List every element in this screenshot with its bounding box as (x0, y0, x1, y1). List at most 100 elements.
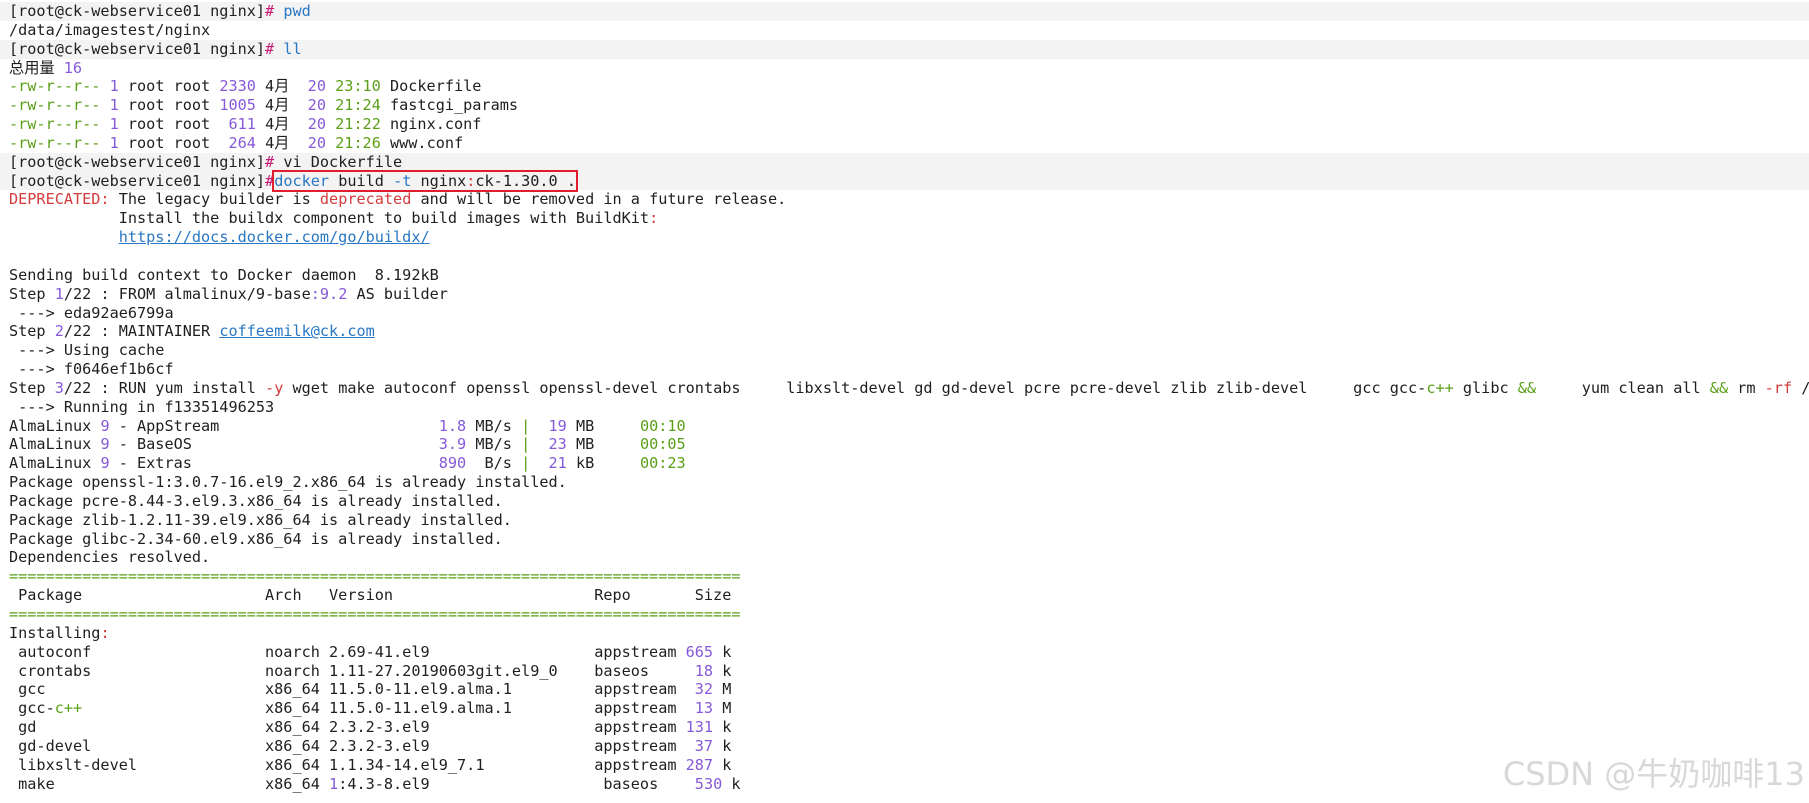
terminal-line: autoconf noarch 2.69-41.el9 appstream 66… (9, 643, 1809, 662)
terminal-text: ---> Using cache (9, 341, 165, 360)
terminal-text: 1 (109, 77, 128, 96)
terminal-text: root root (127, 96, 220, 115)
terminal-text: :9.2 (310, 284, 348, 303)
terminal-text: # (265, 152, 284, 171)
terminal-text: 1 (54, 284, 64, 303)
terminal-text: MB/s (466, 435, 522, 454)
terminal-text: pwd (283, 2, 311, 20)
terminal-line: -rw-r--r-- 1 root root 264 4月 20 21:26 w… (9, 134, 1809, 153)
terminal-text: Step (9, 378, 55, 397)
terminal-text: 264 (228, 133, 266, 152)
terminal-text: 21:26 (335, 133, 390, 152)
terminal-line: -rw-r--r-- 1 root root 2330 4月 20 23:10 … (9, 77, 1809, 96)
terminal-text: 1005 (219, 96, 266, 115)
terminal-text: and will be removed in a future release. (411, 190, 787, 209)
terminal-text: : (649, 209, 659, 228)
terminal-text: 00:23 (639, 454, 686, 473)
terminal-line: AlmaLinux 9 - AppStream 1.8 MB/s | 19 MB… (9, 417, 1809, 436)
terminal-text: 20 (307, 96, 336, 115)
terminal-text: # (265, 171, 275, 190)
link[interactable]: https://docs.docker.com/go/buildx/ (119, 228, 430, 246)
terminal-text: -rw-r--r-- (9, 133, 110, 152)
terminal-text: libxslt-devel x86_64 1.1.34-14.el9_7.1 a… (9, 755, 686, 774)
terminal-text: B/s (466, 454, 522, 473)
terminal-text: 37 (694, 736, 714, 755)
terminal-text: 611 (228, 115, 266, 134)
terminal-text: Package Arch Version Repo Size (9, 586, 732, 605)
terminal-line: [root@ck-webservice01 nginx]# pwd (0, 2, 1809, 21)
terminal-text: 1 (109, 115, 128, 134)
terminal-output[interactable]: [root@ck-webservice01 nginx]# pwd/data/i… (0, 2, 1809, 793)
terminal-text: deprecated (319, 190, 412, 209)
terminal-text: -t (393, 171, 421, 190)
terminal-text: k (713, 718, 732, 737)
terminal-text: MB (566, 435, 640, 454)
terminal-text: 4月 (265, 115, 308, 134)
terminal-text: DEPRECATED: (9, 190, 110, 209)
terminal-text: /22 : FROM almalinux/9-base (63, 284, 311, 303)
terminal-text: gcc x86_64 11.5.0-11.el9.alma.1 appstrea… (9, 680, 695, 699)
terminal-line: /data/imagestest/nginx (9, 21, 1809, 40)
terminal-text: fastcgi_params (389, 96, 518, 115)
terminal-text: k (713, 642, 732, 661)
terminal-text: 4月 (265, 133, 308, 152)
terminal-text: ========================================… (9, 605, 741, 623)
terminal-text: - BaseOS (109, 435, 439, 454)
terminal-text: 20 (307, 77, 336, 96)
terminal-text: build (338, 171, 394, 190)
terminal-text: | (521, 435, 531, 454)
terminal-line: -rw-r--r-- 1 root root 1005 4月 20 21:24 … (9, 96, 1809, 115)
terminal-text: 21:24 (335, 96, 390, 115)
terminal-text: 20 (307, 133, 336, 152)
terminal-text: nginx.conf (390, 115, 482, 134)
terminal-text: /data/imagestest/nginx (9, 20, 211, 39)
terminal-text: 890 (438, 454, 467, 473)
link[interactable]: coffeemilk@ck.com (219, 322, 374, 340)
terminal-text: 3 (54, 378, 64, 397)
terminal-text: Package zlib-1.2.11-39.el9.x86_64 is alr… (9, 510, 512, 529)
terminal-text: k (722, 774, 741, 793)
highlighted-command: docker build -t nginx:ck-1.30.0 . (272, 169, 578, 192)
terminal-text: [root@ck-webservice01 nginx] (9, 152, 266, 171)
terminal-text: Package glibc-2.34-60.el9.x86_64 is alre… (9, 529, 503, 548)
terminal-text: M (713, 680, 732, 699)
terminal-text: M (713, 699, 732, 718)
terminal-text: 23:10 (335, 77, 390, 96)
terminal-line: Step 1/22 : FROM almalinux/9-base:9.2 AS… (9, 285, 1809, 304)
terminal-text: - Extras (109, 454, 439, 473)
terminal-text: 2330 (219, 77, 266, 96)
terminal-text: glibc (1453, 378, 1518, 397)
terminal-text: && (1709, 378, 1729, 397)
terminal-line: [root@ck-webservice01 nginx]#docker buil… (0, 169, 1809, 192)
csdn-watermark: CSDN @牛奶咖啡13 (1502, 755, 1805, 793)
terminal-text: 23 (548, 435, 567, 454)
terminal-text: ck-1.30.0 . (475, 171, 576, 190)
terminal-line: Dependencies resolved. (9, 548, 1809, 567)
terminal-text: Package openssl-1:3.0.7-16.el9_2.x86_64 … (9, 473, 567, 492)
terminal-line: Package openssl-1:3.0.7-16.el9_2.x86_64 … (9, 473, 1809, 492)
terminal-text: ---> f0646ef1b6cf (9, 360, 174, 379)
terminal-text: ll (283, 39, 302, 58)
terminal-text: autoconf noarch 2.69-41.el9 appstream (9, 642, 686, 661)
terminal-line: Step 2/22 : MAINTAINER coffeemilk@ck.com (9, 322, 1809, 341)
terminal-line: Package pcre-8.44-3.el9.3.x86_64 is alre… (9, 492, 1809, 511)
terminal-line: 总用量 16 (9, 59, 1809, 78)
terminal-text: make x86_64 (9, 774, 330, 793)
terminal-line: ---> Running in f13351496253 (9, 398, 1809, 417)
terminal-line: AlmaLinux 9 - BaseOS 3.9 MB/s | 23 MB 00… (9, 435, 1809, 454)
terminal-text: vi Dockerfile (283, 152, 403, 171)
terminal-line: [root@ck-webservice01 nginx]# vi Dockerf… (0, 152, 1809, 172)
terminal-text: kB (566, 454, 640, 473)
terminal-line: ========================================… (9, 567, 1809, 586)
terminal-text: 32 (694, 680, 714, 699)
terminal-text: Step (9, 322, 55, 341)
terminal-text: 665 (685, 642, 714, 661)
terminal-text: : (100, 623, 110, 642)
terminal-text: [root@ck-webservice01 nginx] (9, 171, 266, 190)
terminal-text: MB/s (466, 416, 522, 435)
terminal-text: ---> Running in f13351496253 (9, 397, 275, 416)
